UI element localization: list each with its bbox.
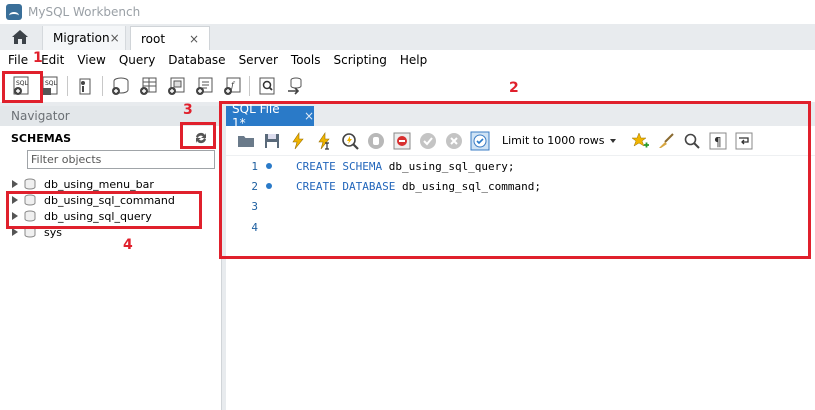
menu-edit[interactable]: Edit — [41, 53, 64, 67]
menu-view[interactable]: View — [77, 53, 105, 67]
expand-arrow-icon[interactable] — [12, 180, 18, 188]
create-function-button[interactable]: f — [221, 75, 243, 97]
annotation-box-3 — [180, 122, 216, 149]
annotation-box-2 — [219, 101, 811, 259]
menu-server[interactable]: Server — [239, 53, 278, 67]
reconnect-button[interactable] — [284, 75, 306, 97]
annotation-number-3: 3 — [183, 102, 193, 118]
inspector-button[interactable] — [74, 75, 96, 97]
create-view-icon — [168, 77, 185, 95]
menu-bar: File Edit View Query Database Server Too… — [0, 50, 815, 70]
close-icon[interactable]: × — [189, 32, 199, 46]
menu-query[interactable]: Query — [119, 53, 155, 67]
reconnect-icon — [288, 77, 302, 95]
create-view-button[interactable] — [165, 75, 187, 97]
annotation-number-1: 1 — [33, 50, 43, 66]
schema-item[interactable]: db_using_menu_bar — [0, 176, 222, 192]
menu-database[interactable]: Database — [168, 53, 225, 67]
menu-scripting[interactable]: Scripting — [333, 53, 386, 67]
database-icon — [24, 178, 36, 190]
svg-text:SQL: SQL — [45, 80, 58, 87]
create-procedure-button[interactable] — [193, 75, 215, 97]
main-toolbar: SQL SQL f — [0, 70, 815, 102]
tab-migration[interactable]: Migration × — [42, 26, 126, 50]
tab-label: root — [141, 31, 166, 46]
home-tab[interactable] — [4, 26, 36, 48]
create-schema-button[interactable] — [109, 75, 131, 97]
schemas-label: SCHEMAS — [11, 131, 72, 145]
menu-file[interactable]: File — [8, 53, 28, 67]
schema-name: db_using_menu_bar — [44, 177, 154, 191]
search-table-data-icon — [259, 77, 275, 95]
annotation-number-2: 2 — [509, 80, 519, 96]
search-table-data-button[interactable] — [256, 75, 278, 97]
toolbar-separator — [67, 76, 68, 96]
create-table-icon — [140, 77, 157, 95]
create-table-button[interactable] — [137, 75, 159, 97]
window-title: MySQL Workbench — [28, 5, 141, 19]
navigator-panel: Navigator SCHEMAS db_using_menu_bar db_u… — [0, 106, 222, 410]
menu-help[interactable]: Help — [400, 53, 427, 67]
tab-root[interactable]: root × — [130, 26, 210, 50]
toolbar-separator — [249, 76, 250, 96]
toolbar-separator — [102, 76, 103, 96]
workbench-dolphin-icon — [6, 4, 22, 20]
annotation-number-4: 4 — [123, 237, 133, 253]
annotation-box-4 — [6, 191, 202, 229]
filter-objects-input[interactable] — [27, 150, 215, 169]
menu-tools[interactable]: Tools — [291, 53, 321, 67]
title-bar: MySQL Workbench — [0, 0, 815, 24]
create-function-icon: f — [224, 77, 241, 95]
connection-tab-bar: Migration × root × — [0, 24, 815, 50]
inspector-icon — [79, 78, 91, 95]
create-schema-icon — [112, 77, 129, 95]
home-icon — [12, 30, 28, 44]
expand-arrow-icon[interactable] — [12, 228, 18, 236]
close-icon[interactable]: × — [110, 31, 120, 45]
annotation-box-1 — [2, 71, 43, 103]
create-procedure-icon — [196, 77, 213, 95]
tab-label: Migration — [53, 31, 110, 45]
